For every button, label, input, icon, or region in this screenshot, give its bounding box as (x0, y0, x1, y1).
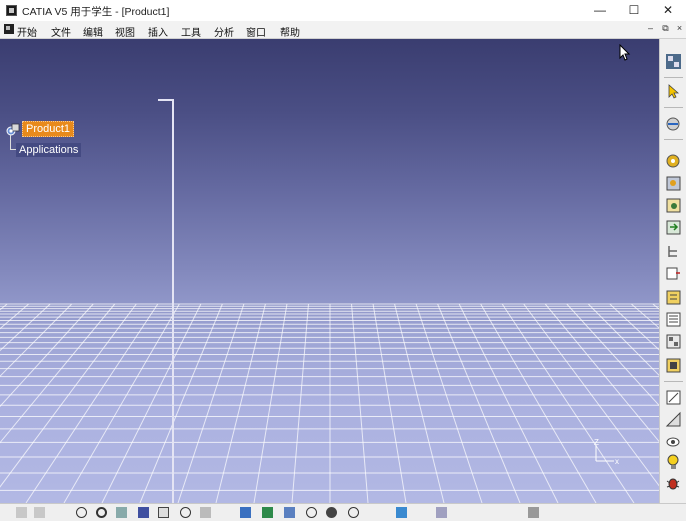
maximize-button[interactable]: ☐ (619, 2, 649, 19)
zoom-out-icon[interactable] (180, 507, 191, 518)
clash-icon[interactable] (665, 433, 682, 450)
fast-multi-instantiation-icon[interactable] (665, 333, 682, 350)
bug-icon[interactable] (665, 475, 682, 492)
graph-tree-icon[interactable] (665, 243, 682, 260)
axis-compass: Z x (594, 438, 619, 466)
menu-help[interactable]: 帮助 (280, 24, 300, 39)
explode-icon[interactable] (665, 357, 682, 374)
tree-node-applications[interactable]: Applications (16, 143, 82, 157)
existing-component-icon[interactable] (665, 197, 682, 214)
mdi-minimize-button[interactable]: – (645, 23, 656, 33)
swept-volume-icon[interactable] (76, 507, 87, 518)
multi-instantiation-icon[interactable] (665, 311, 682, 328)
mdi-close-button[interactable]: × (674, 23, 685, 33)
tree-node-product1[interactable]: Product1 (22, 121, 75, 137)
menu-edit[interactable]: 编辑 (83, 24, 103, 39)
layer-icon[interactable] (396, 507, 407, 518)
manipulation-icon[interactable] (665, 389, 682, 406)
window-title: CATIA V5 用于学生 - [Product1] (22, 6, 170, 18)
pan-icon[interactable] (116, 507, 127, 518)
fly-mode-icon[interactable] (665, 115, 682, 132)
redo-icon[interactable] (34, 507, 45, 518)
shading-icon[interactable] (262, 507, 273, 518)
menu-window[interactable]: 窗口 (246, 24, 266, 39)
document-icon[interactable] (4, 24, 14, 34)
menu-file[interactable]: 文件 (51, 24, 71, 39)
catia-app-icon (6, 5, 17, 16)
filter-icon[interactable] (436, 507, 447, 518)
rotate-icon[interactable] (138, 507, 149, 518)
3d-viewport[interactable]: Product1 Applications Z x (0, 39, 659, 503)
camera-icon[interactable] (528, 507, 539, 518)
snap-icon[interactable] (665, 411, 682, 428)
compass-icon[interactable] (96, 507, 107, 518)
minimize-button[interactable]: — (585, 2, 615, 19)
zoom-in-icon[interactable] (158, 507, 169, 518)
menu-view[interactable]: 视图 (115, 24, 135, 39)
swap-space-icon[interactable] (306, 507, 317, 518)
mouse-cursor-icon (619, 44, 631, 61)
generate-numbering-icon[interactable] (665, 265, 682, 282)
lamp-icon[interactable] (665, 453, 682, 470)
insert-part-icon[interactable] (665, 175, 682, 192)
catalog-icon[interactable] (665, 53, 682, 70)
undo-icon[interactable] (16, 507, 27, 518)
floor-grid (0, 303, 659, 503)
axis-z-label: Z (594, 438, 599, 447)
mdi-restore-button[interactable]: ⧉ (660, 23, 671, 34)
menu-start[interactable]: 开始 (17, 24, 37, 39)
replace-component-icon[interactable] (665, 219, 682, 236)
menu-insert[interactable]: 插入 (148, 24, 168, 39)
reorder-icon[interactable] (665, 289, 682, 306)
insert-product-icon[interactable] (665, 153, 682, 170)
render-icon[interactable] (326, 507, 337, 518)
material-icon[interactable] (348, 507, 359, 518)
hide-show-icon[interactable] (284, 507, 295, 518)
normal-view-icon[interactable] (200, 507, 211, 518)
axis-x-label: x (615, 457, 619, 466)
bottom-toolbar (0, 503, 686, 521)
tree-border-line[interactable] (172, 99, 174, 503)
iso-view-icon[interactable] (240, 507, 251, 518)
menu-tools[interactable]: 工具 (181, 24, 201, 39)
close-button[interactable]: ✕ (653, 2, 683, 19)
right-toolbar (659, 39, 686, 503)
menu-analyze[interactable]: 分析 (214, 24, 234, 39)
menu-bar: 开始 文件 编辑 视图 插入 工具 分析 窗口 帮助 – ⧉ × (0, 21, 686, 39)
select-arrow-icon[interactable] (665, 83, 682, 100)
title-bar: CATIA V5 用于学生 - [Product1] — ☐ ✕ (0, 0, 686, 21)
